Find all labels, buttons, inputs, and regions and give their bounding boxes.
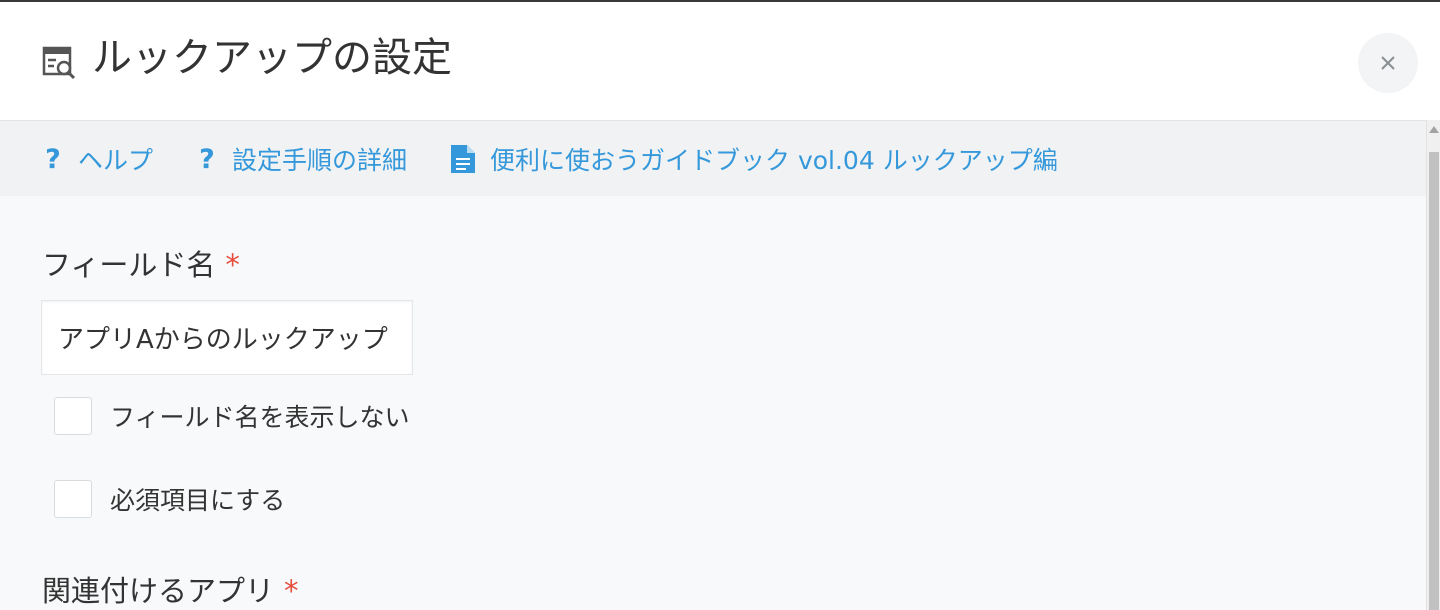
help-icon: ? [199, 143, 215, 175]
hide-field-name-label: フィールド名を表示しない [110, 403, 410, 432]
close-button[interactable] [1358, 33, 1418, 93]
guidebook-link-label: 便利に使おうガイドブック vol.04 ルックアップ編 [490, 146, 1058, 175]
help-link[interactable]: ? ヘルプ [42, 141, 153, 177]
hide-field-name-checkbox[interactable] [54, 397, 92, 435]
dialog-header: ルックアップの設定 [0, 2, 1440, 120]
help-links-bar: ? ヘルプ ? 設定手順の詳細 便利に使おうガイドブック vol.04 ルックア… [0, 120, 1426, 196]
vertical-scrollbar[interactable] [1426, 120, 1440, 610]
settings-form: フィールド名 * アプリAからのルックアップ フィールド名を表示しない 必須項目に… [0, 196, 1426, 610]
help-icon: ? [45, 143, 61, 175]
dialog-title: ルックアップの設定 [92, 35, 452, 81]
document-icon [451, 145, 475, 173]
close-icon [1381, 56, 1395, 70]
guidebook-link[interactable]: 便利に使おうガイドブック vol.04 ルックアップ編 [450, 141, 1058, 177]
lookup-settings-icon [42, 44, 78, 80]
required-field-label: 必須項目にする [110, 486, 286, 515]
setup-steps-link[interactable]: ? 設定手順の詳細 [196, 141, 407, 177]
setup-steps-link-label: 設定手順の詳細 [232, 146, 408, 175]
lookup-settings-dialog: ルックアップの設定 ? ヘルプ ? 設定手順の詳細 便利に使おうガイドブック v… [0, 0, 1440, 610]
scrollbar-thumb[interactable] [1429, 152, 1439, 610]
field-name-input[interactable]: アプリAからのルックアップ [41, 300, 413, 375]
scroll-up-arrow-icon[interactable] [1429, 126, 1439, 133]
required-field-option[interactable]: 必須項目にする [54, 479, 285, 519]
related-app-label: 関連付けるアプリ * [42, 574, 299, 608]
help-link-label: ヘルプ [78, 146, 154, 175]
field-name-label: フィールド名 * [42, 248, 240, 282]
required-mark: * [284, 574, 299, 608]
hide-field-name-option[interactable]: フィールド名を表示しない [54, 396, 410, 436]
required-field-checkbox[interactable] [54, 480, 92, 518]
required-mark: * [225, 248, 240, 282]
